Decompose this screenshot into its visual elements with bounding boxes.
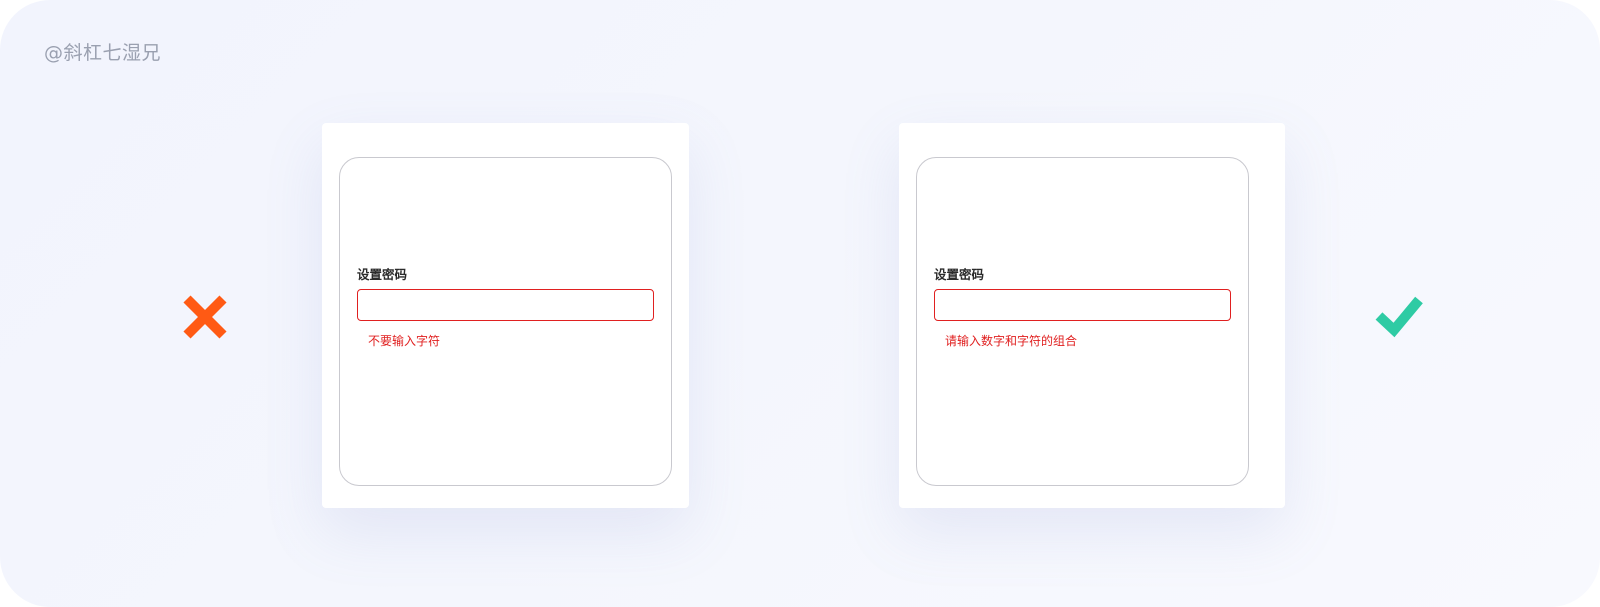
good-example-card: 设置密码 请输入数字和字符的组合 <box>899 123 1285 508</box>
phone-frame: 设置密码 请输入数字和字符的组合 <box>916 157 1249 486</box>
password-input[interactable] <box>934 289 1231 321</box>
password-label: 设置密码 <box>357 267 408 282</box>
comparison-canvas: @斜杠七湿兄 设置密码 不要输入字符 设置密码 请输入数字和字符的组合 <box>0 0 1600 607</box>
password-input[interactable] <box>357 289 654 321</box>
password-label: 设置密码 <box>934 267 985 282</box>
phone-frame: 设置密码 不要输入字符 <box>339 157 672 486</box>
bad-example-card: 设置密码 不要输入字符 <box>322 123 689 508</box>
author-watermark: @斜杠七湿兄 <box>44 42 162 64</box>
error-message: 请输入数字和字符的组合 <box>945 334 1078 348</box>
check-icon <box>1375 292 1425 342</box>
cross-icon <box>180 292 230 342</box>
error-message: 不要输入字符 <box>368 334 441 348</box>
